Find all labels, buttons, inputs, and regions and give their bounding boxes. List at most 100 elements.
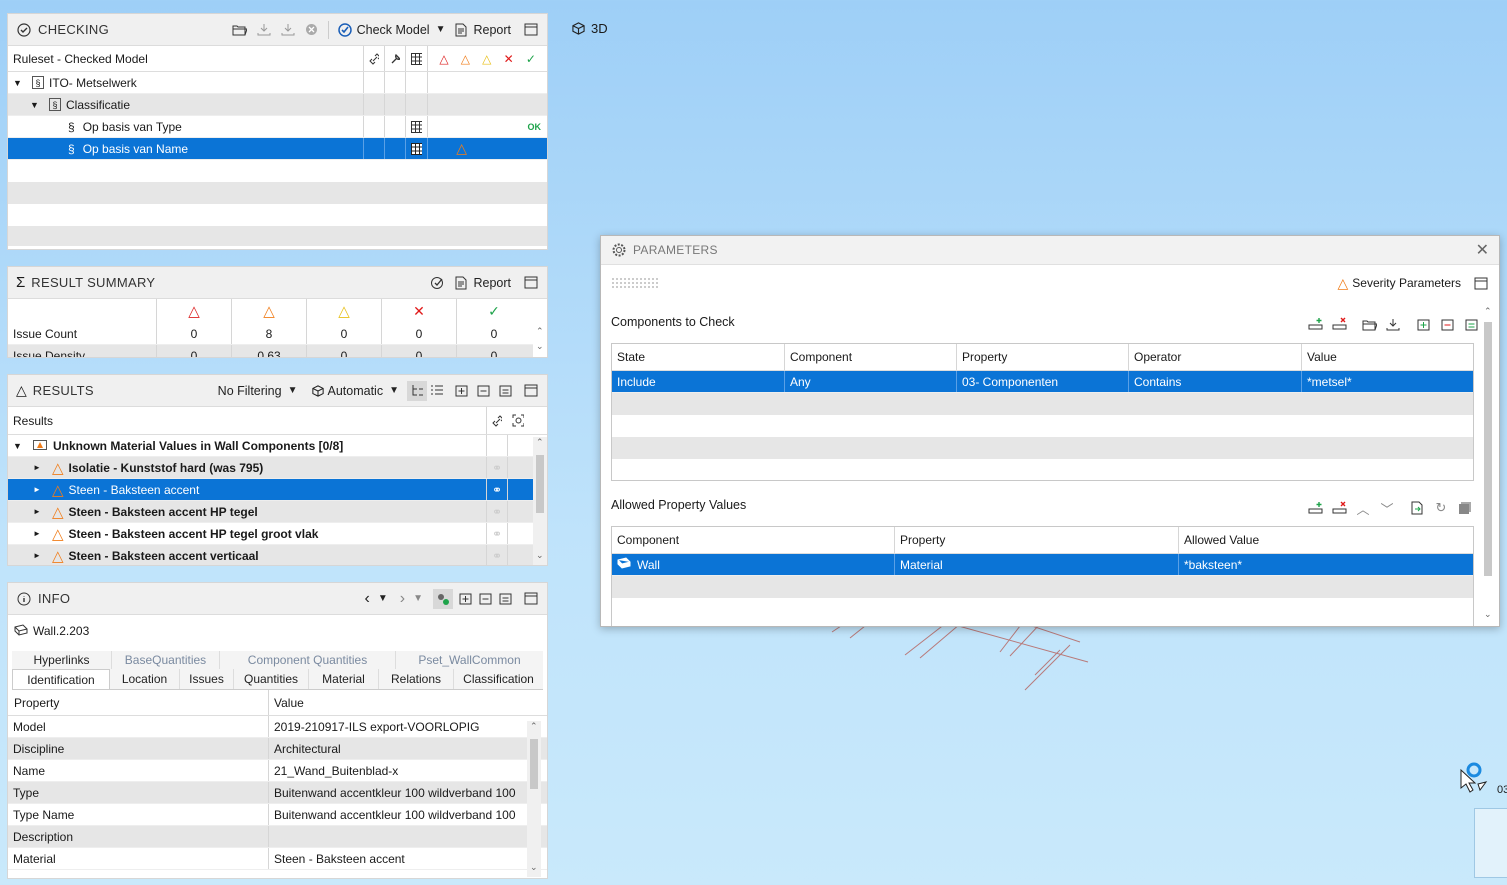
property-row[interactable]: Type Name Buitenwand accentkleur 100 wild… <box>8 804 547 826</box>
focus-col-icon[interactable] <box>507 407 529 434</box>
scroll-thumb[interactable] <box>536 455 544 513</box>
tab-pset-wallcommon[interactable]: Pset_WallCommon <box>396 651 543 669</box>
scroll-thumb[interactable] <box>1484 322 1492 576</box>
tab-hyperlinks[interactable]: Hyperlinks <box>12 651 112 669</box>
allowed-value-column-header[interactable]: Allowed Value <box>1178 527 1473 553</box>
scroll-thumb[interactable] <box>530 739 538 789</box>
component-column-header[interactable]: Component <box>784 344 956 370</box>
link-icon[interactable]: ⚭ <box>486 479 507 500</box>
summary-scrollbar[interactable]: ⌃ ⌄ <box>533 324 547 357</box>
link-icon[interactable]: ⚭ <box>486 457 507 478</box>
expand-arrow-icon[interactable]: ▼ <box>13 441 27 451</box>
tab-issues[interactable]: Issues <box>180 669 234 689</box>
maximize-icon[interactable] <box>523 275 539 291</box>
tab-component-quantities[interactable]: Component Quantities <box>220 651 396 669</box>
open-folder-icon[interactable] <box>1361 316 1377 332</box>
delete-row-icon[interactable] <box>1331 316 1347 332</box>
property-column-header[interactable]: Property <box>8 690 268 715</box>
allowed-value-cell[interactable]: *baksteen* <box>1178 554 1473 575</box>
link-icon[interactable]: ⚭ <box>486 501 507 522</box>
property-cell[interactable]: 03- Componenten <box>956 371 1128 392</box>
add-issue-icon[interactable] <box>453 383 469 399</box>
copy-icon[interactable] <box>1457 500 1473 516</box>
import-file-icon[interactable] <box>1409 500 1425 516</box>
issue-row[interactable]: ► △ Steen - Baksteen accent HP tegel gro… <box>8 523 547 545</box>
check-model-button[interactable]: Check Model ▼ <box>337 22 445 38</box>
add-info-icon[interactable] <box>457 591 473 607</box>
tab-basequantities[interactable]: BaseQuantities <box>112 651 220 669</box>
download-icon[interactable] <box>256 22 272 38</box>
export-icon[interactable] <box>1385 316 1401 332</box>
remove-info-icon[interactable] <box>477 591 493 607</box>
scroll-up-icon[interactable]: ⌃ <box>530 721 538 732</box>
component-column-header[interactable]: Component <box>612 527 894 553</box>
list-view-icon[interactable] <box>429 383 445 399</box>
link-icon[interactable]: ⚭ <box>486 545 507 565</box>
property-cell[interactable]: Material <box>894 554 1178 575</box>
filter-dropdown[interactable]: No Filtering ▼ <box>218 384 298 398</box>
sync-selection-icon[interactable] <box>433 588 453 609</box>
expand-arrow-icon[interactable]: ▼ <box>30 100 44 110</box>
view-cube[interactable] <box>1474 808 1507 878</box>
link-col-icon[interactable] <box>363 46 384 71</box>
add-row-icon[interactable] <box>1307 500 1323 516</box>
tab-identification[interactable]: Identification <box>12 669 110 689</box>
tree-row[interactable]: ▼ § Classificatie <box>8 94 547 116</box>
maximize-icon[interactable] <box>1473 275 1489 291</box>
property-row[interactable]: Type Buitenwand accentkleur 100 wildverba… <box>8 782 547 804</box>
scroll-up-icon[interactable]: ⌃ <box>536 437 544 448</box>
open-folder-icon[interactable] <box>232 22 248 38</box>
property-column-header[interactable]: Property <box>894 527 1178 553</box>
component-cell[interactable]: Wall <box>637 558 660 572</box>
collapse-icon[interactable] <box>497 383 513 399</box>
checking-report-button[interactable]: Report <box>453 22 511 38</box>
expand-arrow-icon[interactable]: ► <box>33 507 47 516</box>
maximize-icon[interactable] <box>523 22 539 38</box>
history-dropdown-icon[interactable]: ▼ <box>378 593 388 604</box>
component-cell[interactable]: Any <box>784 371 956 392</box>
results-scrollbar[interactable]: ⌃ ⌄ <box>533 437 547 565</box>
next-icon[interactable]: › <box>400 590 405 608</box>
tab-location[interactable]: Location <box>110 669 180 689</box>
scroll-up-icon[interactable]: ⌃ <box>1484 306 1492 317</box>
results-column-header[interactable]: Results <box>8 407 486 434</box>
property-row[interactable]: Description <box>8 826 547 848</box>
add-component-icon[interactable] <box>1415 316 1431 332</box>
value-cell[interactable]: *metsel* <box>1301 371 1473 392</box>
value-column-header[interactable]: Value <box>268 690 527 715</box>
tab-relations[interactable]: Relations <box>379 669 454 689</box>
issue-row-selected[interactable]: ► △ Steen - Baksteen accent ⚭ <box>8 479 547 501</box>
collapse-components-icon[interactable] <box>1463 316 1479 332</box>
component-row-selected[interactable]: Include Any 03- Componenten Contains *me… <box>612 371 1473 393</box>
tree-row[interactable]: ▼ § ITO- Metselwerk <box>8 72 547 94</box>
forward-dropdown-icon[interactable]: ▼ <box>413 593 423 604</box>
scroll-down-icon[interactable]: ⌄ <box>1484 609 1492 620</box>
issue-row[interactable]: ► △ Steen - Baksteen accent HP tegel ⚭ <box>8 501 547 523</box>
refresh-icon[interactable]: ↻ <box>1433 500 1449 516</box>
tab-material[interactable]: Material <box>309 669 379 689</box>
issue-group-row[interactable]: ▼ Unknown Material Values in Wall Compon… <box>8 435 547 457</box>
stop-icon[interactable] <box>304 22 320 38</box>
tree-row[interactable]: § Op basis van Type OK <box>8 116 547 138</box>
collapse-info-icon[interactable] <box>497 591 513 607</box>
wrench-col-icon[interactable] <box>384 46 405 71</box>
expand-arrow-icon[interactable]: ► <box>33 551 47 560</box>
previous-icon[interactable]: ‹ <box>365 590 370 608</box>
property-row[interactable]: Discipline Architectural <box>8 738 547 760</box>
download-alt-icon[interactable] <box>280 22 296 38</box>
maximize-icon[interactable] <box>523 591 539 607</box>
move-down-icon[interactable]: ﹀ <box>1379 500 1395 517</box>
property-row[interactable]: Name 21_Wand_Buitenblad-x <box>8 760 547 782</box>
remove-issue-icon[interactable] <box>475 383 491 399</box>
delete-row-icon[interactable] <box>1331 500 1347 516</box>
remove-component-icon[interactable] <box>1439 316 1455 332</box>
property-row[interactable]: Model 2019-210917-ILS export-VOORLOPIG <box>8 716 547 738</box>
link-icon[interactable]: ⚭ <box>486 523 507 544</box>
property-row[interactable]: Material Steen - Baksteen accent <box>8 848 547 870</box>
state-column-header[interactable]: State <box>612 344 784 370</box>
maximize-icon[interactable] <box>523 383 539 399</box>
tree-row-selected[interactable]: § Op basis van Name △ <box>8 138 547 160</box>
operator-cell[interactable]: Contains <box>1128 371 1301 392</box>
ruleset-column-header[interactable]: Ruleset - Checked Model <box>8 46 363 71</box>
info-scrollbar[interactable]: ⌃ ⌄ <box>527 721 541 877</box>
